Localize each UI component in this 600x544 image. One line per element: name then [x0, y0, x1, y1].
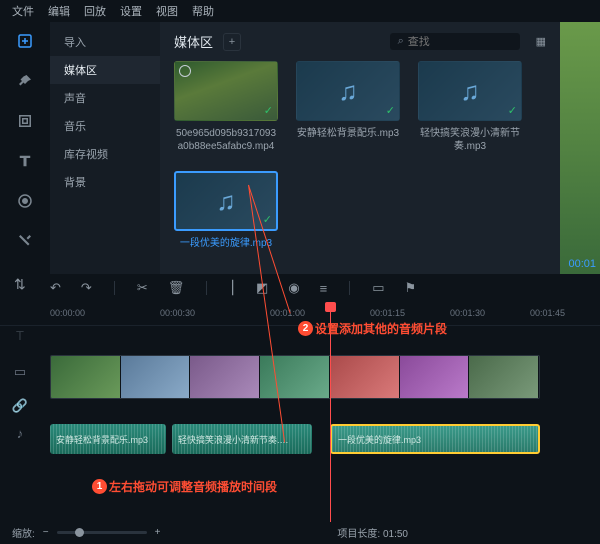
media-item[interactable]: ♫ ✓ 一段优美的旋律.mp3	[174, 171, 278, 250]
nav-item[interactable]: 音乐	[50, 112, 160, 140]
video-clip[interactable]	[50, 355, 540, 399]
zoom-slider[interactable]	[57, 531, 147, 534]
menu-编辑[interactable]: 编辑	[48, 3, 70, 19]
nav-item[interactable]: 背景	[50, 168, 160, 196]
category-list: 导入媒体区声音音乐库存视频背景	[50, 22, 160, 274]
video-track-row[interactable]	[50, 358, 600, 396]
search-input[interactable]	[408, 36, 498, 48]
ruler-tick: 00:01:15	[370, 308, 405, 318]
pin-icon[interactable]	[14, 70, 36, 92]
video-track-icon[interactable]: ▭	[0, 350, 40, 394]
preview-timestamp: 00:01	[568, 258, 596, 270]
ruler-tick: 00:00:00	[50, 308, 85, 318]
check-icon: ✓	[263, 213, 272, 226]
nav-item[interactable]: 媒体区	[50, 56, 160, 84]
bottom-bar: 缩放: − + 项目长度: 01:50	[0, 520, 600, 544]
audio-track-row[interactable]: 安静轻松背景配乐.mp3轻快搞笑浪漫小清新节奏.… 一段优美的旋律.mp3	[50, 420, 600, 458]
redo-icon[interactable]: ↷	[81, 280, 92, 296]
nav-item[interactable]: 库存视频	[50, 140, 160, 168]
tool-sidebar	[0, 22, 50, 274]
tools-icon[interactable]	[14, 230, 36, 252]
music-note-icon: ♫	[216, 186, 236, 217]
preview-panel: 00:01	[560, 22, 600, 274]
cut-icon[interactable]: ✂	[137, 280, 148, 296]
zoom-label: 缩放:	[12, 525, 35, 540]
ruler-tick: 00:00:30	[160, 308, 195, 318]
media-item-label: 轻快搞笑浪漫小清新节奏.mp3	[418, 127, 522, 153]
nav-item[interactable]: 导入	[50, 28, 160, 56]
nav-item[interactable]: 声音	[50, 84, 160, 112]
split-icon[interactable]: ⎮	[229, 280, 236, 296]
ruler-tick: 00:01:30	[450, 308, 485, 318]
project-length: 项目长度: 01:50	[337, 525, 408, 540]
menu-帮助[interactable]: 帮助	[192, 3, 214, 19]
menu-回放[interactable]: 回放	[84, 3, 106, 19]
timeline-toolbar: ↶ ↷ ✂ 🗑 ⎮ ◩ ◉ ≡ ▭ ⚑	[0, 274, 600, 302]
audio-track-icon[interactable]: ♪	[0, 418, 40, 448]
menubar: 文件编辑回放设置视图帮助	[0, 0, 600, 22]
annotation-2: 2设置添加其他的音频片段	[298, 320, 447, 337]
text-icon[interactable]	[14, 150, 36, 172]
search-icon: ⌕	[398, 35, 404, 48]
ruler-tick: 00:01:45	[530, 308, 565, 318]
zoom-out-icon[interactable]: −	[43, 527, 49, 538]
menu-视图[interactable]: 视图	[156, 3, 178, 19]
media-item-label: 50e965d095b9317093a0b88ee5afabc9.mp4	[174, 127, 278, 153]
audio-clip[interactable]: 轻快搞笑浪漫小清新节奏.…	[172, 424, 312, 454]
music-note-icon: ♫	[338, 76, 358, 107]
music-note-icon: ♫	[460, 76, 480, 107]
media-item-label: 安静轻松背景配乐.mp3	[297, 127, 399, 140]
record-tool-icon[interactable]: ◉	[288, 280, 299, 296]
media-item[interactable]: ♫ ✓ 安静轻松背景配乐.mp3	[296, 61, 400, 153]
marker-icon[interactable]: ⚑	[405, 280, 417, 296]
media-grid: ✓ 50e965d095b9317093a0b88ee5afabc9.mp4 ♫ ✓ 安…	[174, 61, 546, 250]
delete-icon[interactable]: 🗑	[168, 280, 185, 296]
add-media-button[interactable]: +	[223, 33, 241, 51]
record-icon[interactable]	[14, 190, 36, 212]
media-item[interactable]: ♫ ✓ 轻快搞笑浪漫小清新节奏.mp3	[418, 61, 522, 153]
check-icon: ✓	[508, 104, 517, 117]
annotation-1: 1左右拖动可调整音频播放时间段	[92, 478, 277, 495]
frame-icon[interactable]	[14, 110, 36, 132]
menu-设置[interactable]: 设置	[120, 3, 142, 19]
audio-clip[interactable]: 一段优美的旋律.mp3	[330, 424, 540, 454]
text-track-icon[interactable]: T	[0, 324, 40, 346]
link-track-icon[interactable]: 🔗	[0, 398, 40, 414]
check-icon: ✓	[264, 104, 273, 117]
zoom-in-icon[interactable]: +	[155, 527, 161, 538]
undo-icon[interactable]: ↶	[50, 280, 61, 296]
link-track[interactable]	[50, 400, 600, 416]
media-item-label: 一段优美的旋律.mp3	[180, 237, 272, 250]
audio-clip[interactable]: 安静轻松背景配乐.mp3	[50, 424, 166, 454]
transition-icon[interactable]: ▭	[372, 280, 384, 296]
adjust-icon[interactable]: ≡	[320, 281, 328, 296]
menu-文件[interactable]: 文件	[12, 3, 34, 19]
search-box[interactable]: ⌕	[390, 33, 520, 50]
import-icon[interactable]	[14, 30, 36, 52]
media-item[interactable]: ✓ 50e965d095b9317093a0b88ee5afabc9.mp4	[174, 61, 278, 153]
check-icon: ✓	[386, 104, 395, 117]
sort-icon[interactable]: ⇅	[14, 276, 26, 293]
grid-view-icon[interactable]: ▦	[536, 35, 546, 48]
media-panel-title: 媒体区	[174, 32, 213, 51]
media-panel: 媒体区 + ⌕ ▦ ✓ 50e965d095b9317093a0b88ee5afa…	[160, 22, 560, 274]
